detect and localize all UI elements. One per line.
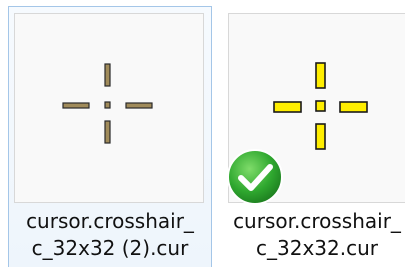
file-name-line-1: cursor.crosshair_	[233, 209, 401, 233]
file-name-label: cursor.crosshair_ c_32x32 (2).cur	[10, 208, 210, 262]
file-item-1[interactable]: cursor.crosshair_ c_32x32 (2).cur	[0, 0, 212, 267]
crosshair-cursor-icon	[62, 63, 153, 144]
file-name-line-1: cursor.crosshair_	[26, 209, 194, 233]
file-name-label: cursor.crosshair_ c_32x32.cur	[226, 208, 405, 262]
file-name-line-2: c_32x32.cur	[256, 236, 378, 260]
checkmark-icon	[226, 148, 284, 206]
file-name-line-2: c_32x32 (2).cur	[31, 236, 189, 260]
file-thumbnail-1[interactable]	[14, 13, 204, 203]
